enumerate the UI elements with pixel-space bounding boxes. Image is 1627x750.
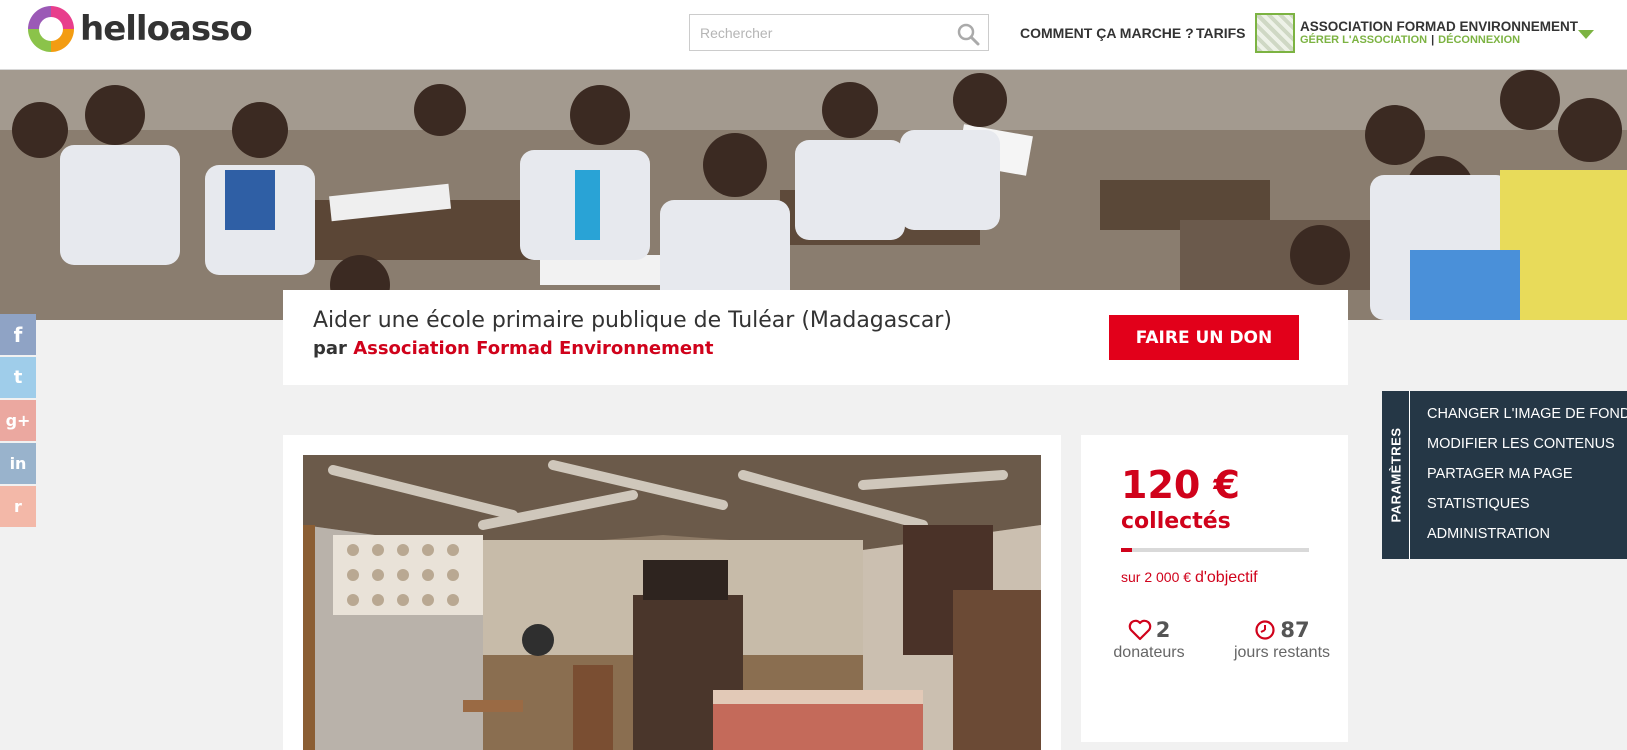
byline-prefix: par (313, 338, 347, 359)
settings-tab-label: PARAMÈTRES (1388, 427, 1404, 523)
donors-label: donateurs (1113, 644, 1185, 661)
chevron-down-icon[interactable] (1578, 30, 1594, 39)
goal-progress-bar (1121, 548, 1309, 552)
menu-change-background[interactable]: CHANGER L'IMAGE DE FOND (1427, 405, 1627, 435)
org-name[interactable]: ASSOCIATION FORMAD ENVIRONNEMENT (1300, 19, 1578, 34)
banner-image (0, 70, 1627, 320)
top-header: helloasso COMMENT ÇA MARCHE ? TARIFS ASS… (0, 0, 1627, 70)
linkedin-icon[interactable]: in (0, 443, 36, 484)
logout-link[interactable]: DÉCONNEXION (1438, 34, 1520, 46)
goal-suffix: d'objectif (1194, 569, 1258, 586)
org-links: GÉRER L'ASSOCIATION | DÉCONNEXION (1300, 34, 1520, 46)
logo-icon (28, 6, 74, 52)
days-count: 87 (1280, 618, 1310, 642)
menu-share-page[interactable]: PARTAGER MA PAGE (1427, 465, 1627, 495)
search-icon[interactable] (956, 22, 980, 46)
clock-icon (1255, 620, 1275, 640)
campaign-media-card (283, 435, 1061, 750)
menu-statistics[interactable]: STATISTIQUES (1427, 495, 1627, 525)
heart-icon (1128, 619, 1151, 641)
donate-button[interactable]: FAIRE UN DON (1109, 315, 1299, 360)
search-input[interactable] (690, 15, 940, 50)
search-box (689, 14, 989, 51)
campaign-title: Aider une école primaire publique de Tul… (313, 308, 952, 333)
menu-edit-contents[interactable]: MODIFIER LES CONTENUS (1427, 435, 1627, 465)
twitter-icon[interactable]: t (0, 357, 36, 398)
amount-raised-label: collectés (1121, 509, 1231, 534)
goal-text: sur 2 000 € d'objectif (1121, 569, 1258, 587)
googleplus-icon[interactable]: g+ (0, 400, 36, 441)
logo-text: helloasso (80, 9, 253, 49)
goal-progress-fill (1121, 548, 1133, 552)
menu-administration[interactable]: ADMINISTRATION (1427, 525, 1627, 555)
reddit-icon[interactable]: r (0, 486, 36, 527)
goal-amount: sur 2 000 € (1121, 569, 1192, 585)
nav-how-it-works[interactable]: COMMENT ÇA MARCHE ? (1020, 25, 1194, 41)
facebook-icon[interactable]: f (0, 314, 36, 355)
org-links-separator: | (1431, 34, 1435, 46)
settings-tab[interactable]: PARAMÈTRES (1382, 391, 1410, 559)
campaign-photo (303, 455, 1041, 750)
classroom-photo-illustration (303, 455, 1041, 750)
settings-panel: PARAMÈTRES CHANGER L'IMAGE DE FOND MODIF… (1382, 391, 1627, 559)
manage-association-link[interactable]: GÉRER L'ASSOCIATION (1300, 34, 1427, 46)
days-remaining-stat: 87 jours restants (1227, 618, 1337, 662)
donors-count: 2 (1155, 618, 1171, 642)
nav-pricing[interactable]: TARIFS (1196, 25, 1246, 41)
campaign-byline: par Association Formad Environnement (313, 338, 713, 359)
org-avatar[interactable] (1255, 13, 1295, 53)
fundraising-stats-card: 120 € collectés sur 2 000 € d'objectif 2… (1081, 435, 1348, 742)
campaign-header-card: Aider une école primaire publique de Tul… (283, 290, 1348, 385)
settings-menu: CHANGER L'IMAGE DE FOND MODIFIER LES CON… (1427, 405, 1627, 555)
banner-classroom-illustration (0, 70, 1627, 320)
social-share-bar: f t g+ in r (0, 314, 36, 529)
campaign-org-link[interactable]: Association Formad Environnement (353, 338, 713, 359)
helloasso-logo[interactable]: helloasso (28, 5, 253, 53)
amount-raised: 120 € (1121, 463, 1240, 507)
days-label: jours restants (1233, 644, 1331, 661)
donors-stat: 2 donateurs (1109, 618, 1189, 662)
